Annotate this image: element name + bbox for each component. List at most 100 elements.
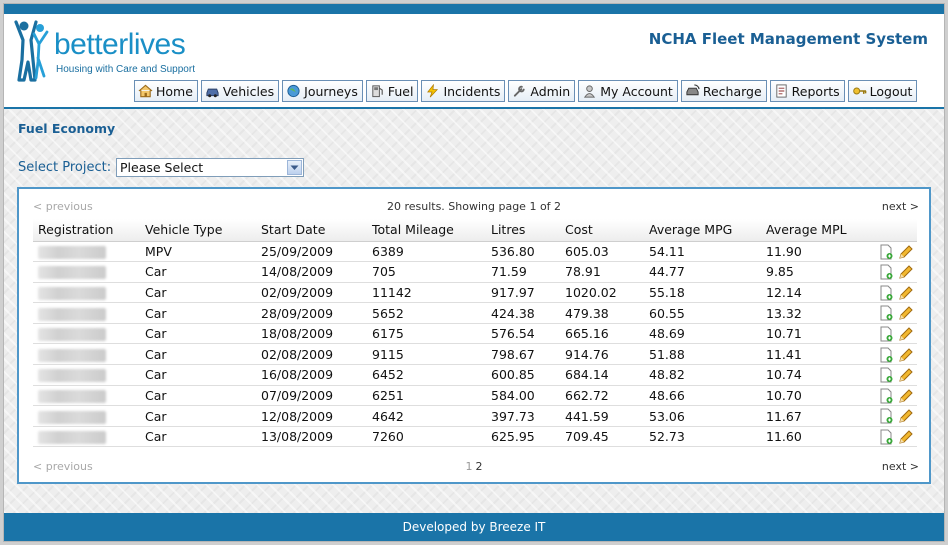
next-link-top[interactable]: next > (882, 200, 919, 213)
edit-pencil-icon[interactable] (898, 305, 913, 321)
footer: Developed by Breeze IT (4, 513, 944, 541)
nav-incidents-button[interactable]: Incidents (421, 80, 506, 102)
nav-home-button[interactable]: Home (134, 80, 198, 102)
nav-home-label: Home (156, 83, 193, 99)
edit-pencil-icon[interactable] (898, 408, 913, 424)
add-entry-icon[interactable] (879, 285, 894, 301)
nav-fuel-button[interactable]: Fuel (365, 80, 419, 102)
cell-type: Car (140, 385, 256, 407)
column-header-start-date[interactable]: Start Date (256, 219, 367, 242)
nav-my-account-label: My Account (600, 83, 673, 99)
column-header-litres[interactable]: Litres (486, 219, 560, 242)
page-2-link[interactable]: 2 (476, 460, 483, 473)
recharge-icon (686, 84, 700, 96)
registration-cell (33, 323, 140, 345)
edit-pencil-icon[interactable] (898, 347, 913, 363)
table-row: Car 16/08/2009 6452 600.85 684.14 48.82 10.74 (33, 364, 917, 386)
table-row: Car 12/08/2009 4642 397.73 441.59 53.06 11.67 (33, 405, 917, 427)
chevron-down-icon[interactable] (287, 160, 302, 175)
edit-pencil-icon[interactable] (898, 429, 913, 445)
project-select-value: Please Select (120, 160, 204, 175)
add-entry-icon[interactable] (879, 429, 894, 445)
user-icon (584, 85, 596, 98)
edit-pencil-icon[interactable] (898, 388, 913, 404)
main-nav: Home Vehicles Journeys Fuel Incidents Ad… (134, 80, 918, 102)
column-header-average-mpg[interactable]: Average MPG (644, 219, 761, 242)
cell-type: Car (140, 261, 256, 283)
nav-admin-button[interactable]: Admin (508, 80, 576, 102)
project-select[interactable]: Please Select (116, 158, 304, 177)
edit-pencil-icon[interactable] (898, 285, 913, 301)
wrench-icon (514, 85, 526, 97)
cell-litres: 397.73 (486, 405, 560, 427)
add-entry-icon[interactable] (879, 305, 894, 321)
cell-type: Car (140, 343, 256, 366)
cell-mpg: 48.66 (644, 385, 761, 407)
cell-type: MPV (140, 241, 256, 263)
registration-cell (33, 343, 140, 366)
table-row: Car 14/08/2009 705 71.59 78.91 44.77 9.85 (33, 261, 917, 283)
column-header-cost[interactable]: Cost (560, 219, 644, 242)
cell-start: 16/08/2009 (256, 364, 367, 386)
nav-reports-button[interactable]: Reports (769, 80, 845, 102)
nav-logout-button[interactable]: Logout (847, 80, 918, 102)
cell-mpl: 10.71 (761, 323, 865, 345)
pager-bottom: < previous 12 next > (19, 460, 929, 476)
lightning-icon (427, 84, 439, 98)
cell-mpg: 55.18 (644, 282, 761, 304)
cell-start: 07/09/2009 (256, 385, 367, 407)
table-row: Car 28/09/2009 5652 424.38 479.38 60.55 13.32 (33, 302, 917, 324)
column-header-total-mileage[interactable]: Total Mileage (367, 219, 486, 242)
registration-cell (33, 385, 140, 407)
nav-vehicles-button[interactable]: Vehicles (200, 80, 280, 102)
cell-litres: 625.95 (486, 426, 560, 448)
cell-mileage: 11142 (367, 282, 486, 304)
table-row: Car 07/09/2009 6251 584.00 662.72 48.66 10.70 (33, 385, 917, 407)
add-entry-icon[interactable] (879, 367, 894, 383)
header: betterlives Housing with Care and Suppor… (4, 14, 944, 108)
nav-admin-label: Admin (530, 83, 571, 99)
column-header-vehicle-type[interactable]: Vehicle Type (140, 219, 256, 242)
next-link-bottom[interactable]: next > (882, 460, 919, 473)
fuel-pump-icon (372, 85, 383, 98)
add-entry-icon[interactable] (879, 347, 894, 363)
cell-mileage: 6251 (367, 385, 486, 407)
edit-pencil-icon[interactable] (898, 326, 913, 342)
registration-redacted (38, 348, 106, 362)
cell-mpg: 54.11 (644, 241, 761, 263)
column-header-average-mpl[interactable]: Average MPL (761, 219, 865, 242)
edit-pencil-icon[interactable] (898, 244, 913, 260)
add-entry-icon[interactable] (879, 244, 894, 260)
cell-mpl: 10.74 (761, 364, 865, 386)
nav-journeys-button[interactable]: Journeys (282, 80, 363, 102)
logo[interactable]: betterlives Housing with Care and Suppor… (14, 18, 214, 88)
system-title: NCHA Fleet Management System (648, 30, 928, 48)
cell-mpg: 48.82 (644, 364, 761, 386)
edit-pencil-icon[interactable] (898, 367, 913, 383)
registration-redacted (38, 431, 106, 445)
table-header-row: Registration Vehicle Type Start Date Tot… (33, 219, 917, 242)
cell-cost: 684.14 (560, 364, 644, 386)
row-actions (865, 323, 917, 345)
cell-mpl: 10.70 (761, 385, 865, 407)
registration-cell (33, 405, 140, 427)
add-entry-icon[interactable] (879, 264, 894, 280)
cell-type: Car (140, 405, 256, 427)
nav-recharge-button[interactable]: Recharge (680, 80, 767, 102)
nav-journeys-label: Journeys (304, 83, 358, 99)
add-entry-icon[interactable] (879, 326, 894, 342)
column-header-registration[interactable]: Registration (33, 219, 140, 242)
registration-cell (33, 302, 140, 324)
table-row: Car 02/08/2009 9115 798.67 914.76 51.88 11.41 (33, 343, 917, 366)
cell-mileage: 6389 (367, 241, 486, 263)
cell-type: Car (140, 323, 256, 345)
cell-cost: 709.45 (560, 426, 644, 448)
cell-cost: 665.16 (560, 323, 644, 345)
add-entry-icon[interactable] (879, 408, 894, 424)
nav-my-account-button[interactable]: My Account (578, 80, 678, 102)
registration-redacted (38, 307, 106, 321)
registration-cell (33, 426, 140, 448)
add-entry-icon[interactable] (879, 388, 894, 404)
edit-pencil-icon[interactable] (898, 264, 913, 280)
cell-cost: 479.38 (560, 302, 644, 324)
